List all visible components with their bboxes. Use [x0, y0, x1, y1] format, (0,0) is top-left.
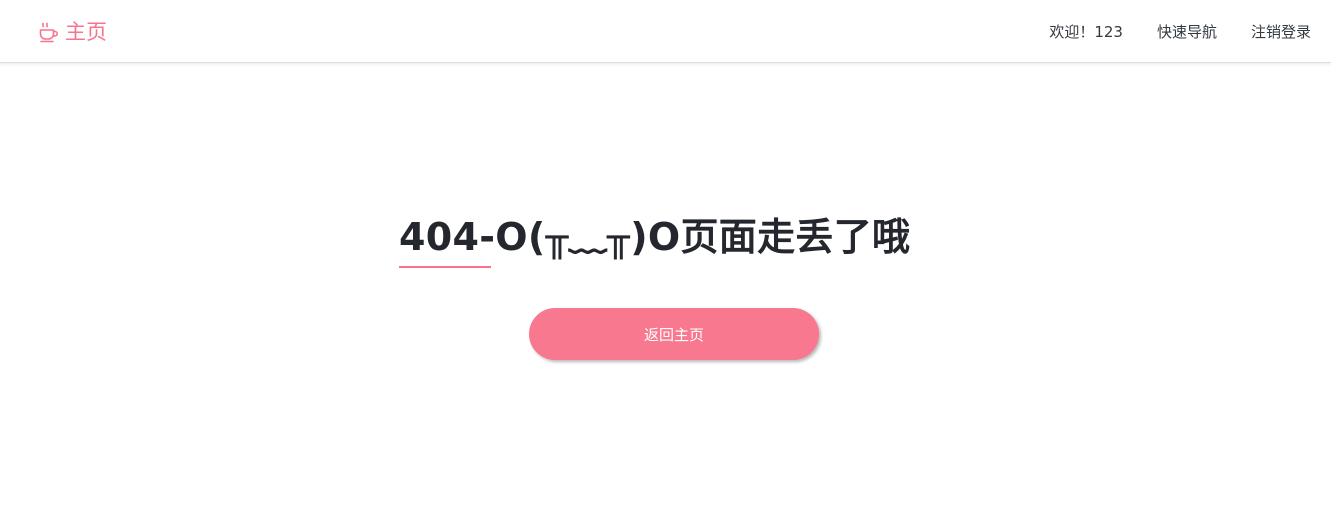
welcome-text: 欢迎！123 — [1049, 22, 1123, 41]
error-title-block: 404-O(╥﹏╥)O页面走丢了哦 — [399, 210, 911, 268]
quick-nav-link[interactable]: 快速导航 — [1157, 21, 1217, 42]
coffee-cup-icon — [37, 20, 61, 44]
logout-link[interactable]: 注销登录 — [1251, 21, 1311, 42]
brand-label: 主页 — [65, 20, 107, 44]
main-content: 404-O(╥﹏╥)O页面走丢了哦 返回主页 — [0, 62, 1331, 525]
nav-right: 欢迎！123 快速导航 注销登录 — [1049, 0, 1311, 62]
brand-home-link[interactable]: 主页 — [37, 16, 107, 48]
error-title: 404-O(╥﹏╥)O页面走丢了哦 — [399, 215, 911, 259]
top-navbar: 主页 欢迎！123 快速导航 注销登录 — [0, 0, 1331, 63]
title-underline — [399, 266, 491, 268]
return-home-button[interactable]: 返回主页 — [529, 308, 819, 360]
